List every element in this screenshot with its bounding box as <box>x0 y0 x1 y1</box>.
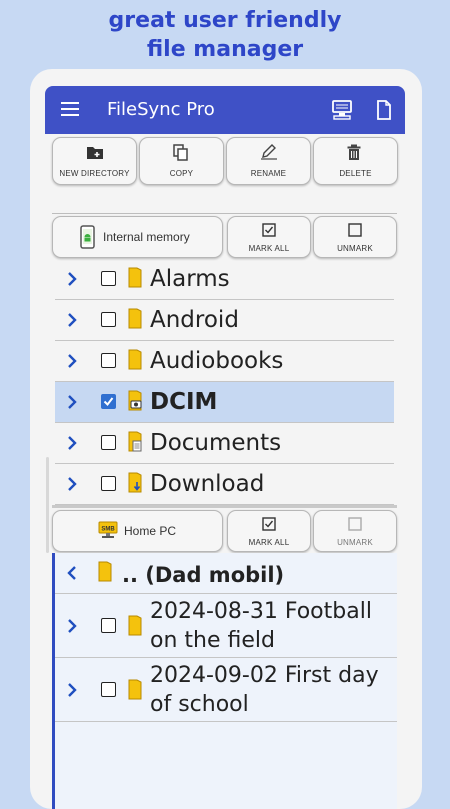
item-name: 2024-08-31 Football on the field <box>150 599 372 653</box>
delete-label: DELETE <box>339 169 372 178</box>
file-toolbar: NEW DIRECTORY COPY RENAME DELETE <box>52 137 398 185</box>
local-pane-header: Internal memory MARK ALL UNMARK <box>52 216 397 258</box>
parent-directory-name: .. (Dad mobil) <box>122 563 285 587</box>
pencil-icon <box>261 144 277 160</box>
item-checkbox[interactable] <box>101 682 116 697</box>
unmark-button[interactable]: UNMARK <box>313 510 397 552</box>
location-label: Internal memory <box>103 230 190 244</box>
remote-file-list: .. (Dad mobil) 2024-08-31 Football on th… <box>52 553 397 809</box>
side-drag-handle[interactable] <box>46 457 49 553</box>
app-bar: FileSync Pro <box>45 86 405 134</box>
mark-all-label: MARK ALL <box>248 244 290 253</box>
mark-all-button[interactable]: MARK ALL <box>227 216 311 258</box>
pane-divider[interactable] <box>52 505 397 508</box>
parent-directory-row[interactable]: .. (Dad mobil) <box>55 553 397 594</box>
folder-icon <box>128 349 142 370</box>
location-selector-internal[interactable]: Internal memory <box>52 216 223 258</box>
local-file-list: Alarms Android Audiobooks DCIM Documents… <box>55 259 394 505</box>
item-checkbox[interactable] <box>101 476 116 491</box>
promo-line-2: file manager <box>146 37 304 62</box>
delete-button[interactable]: DELETE <box>313 137 398 185</box>
copy-icon <box>173 144 188 161</box>
device-screen: FileSync Pro NEW DIRECTORY COPY RENAME D… <box>30 69 422 809</box>
camera-folder-icon <box>128 390 142 411</box>
chevron-right-icon[interactable] <box>67 354 77 368</box>
folder-icon <box>128 679 142 700</box>
monitor-icon[interactable] <box>331 99 353 121</box>
download-folder-icon <box>128 472 142 493</box>
item-name: Android <box>150 307 239 333</box>
location-selector-home-pc[interactable]: SMB Home PC <box>52 510 223 552</box>
smb-badge-text: SMB <box>101 527 115 533</box>
chevron-right-icon[interactable] <box>67 313 77 327</box>
item-name: Audiobooks <box>150 348 284 374</box>
list-item-selected[interactable]: DCIM <box>55 382 394 423</box>
new-directory-label: NEW DIRECTORY <box>59 169 130 178</box>
mark-all-button[interactable]: MARK ALL <box>227 510 311 552</box>
promo-header: great user friendly file manager <box>0 6 450 64</box>
remote-pane-header: SMB Home PC MARK ALL UNMARK <box>52 510 397 552</box>
checkbox-checked-icon <box>262 517 276 531</box>
chevron-right-icon[interactable] <box>67 619 77 633</box>
chevron-right-icon[interactable] <box>67 477 77 491</box>
chevron-right-icon[interactable] <box>67 395 77 409</box>
mark-all-label: MARK ALL <box>248 538 290 547</box>
checkbox-empty-icon <box>348 517 362 531</box>
list-item[interactable]: 2024-09-02 First day of school <box>55 658 397 722</box>
item-name: 2024-09-02 First day of school <box>150 663 379 717</box>
document-folder-icon <box>128 431 142 452</box>
list-item[interactable]: Documents <box>55 423 394 464</box>
smb-server-icon: SMB <box>98 521 118 538</box>
list-item[interactable]: Android <box>55 300 394 341</box>
chevron-right-icon[interactable] <box>67 436 77 450</box>
folder-icon <box>98 561 112 582</box>
copy-button[interactable]: COPY <box>139 137 224 185</box>
item-checkbox[interactable] <box>101 618 116 633</box>
item-name: DCIM <box>150 389 218 415</box>
copy-label: COPY <box>169 169 194 178</box>
item-checkbox[interactable] <box>101 271 116 286</box>
location-label: Home PC <box>124 524 177 538</box>
rename-button[interactable]: RENAME <box>226 137 311 185</box>
checkbox-empty-icon <box>348 223 362 237</box>
item-name: Documents <box>150 430 282 456</box>
new-directory-button[interactable]: NEW DIRECTORY <box>52 137 137 185</box>
unmark-button[interactable]: UNMARK <box>313 216 397 258</box>
chevron-right-icon[interactable] <box>67 272 77 286</box>
checkmark-icon <box>103 397 114 407</box>
trash-icon <box>347 144 361 160</box>
item-name: Alarms <box>150 266 230 292</box>
unmark-label: UNMARK <box>337 538 373 547</box>
chevron-left-icon[interactable] <box>67 566 77 580</box>
promo-line-1: great user friendly <box>108 8 342 33</box>
folder-icon <box>128 308 142 329</box>
chevron-right-icon[interactable] <box>67 683 77 697</box>
item-checkbox[interactable] <box>101 353 116 368</box>
app-title: FileSync Pro <box>107 99 215 120</box>
list-item[interactable]: Alarms <box>55 259 394 300</box>
folder-icon <box>128 267 142 288</box>
list-item[interactable]: 2024-08-31 Football on the field <box>55 594 397 658</box>
list-item[interactable]: Download <box>55 464 394 505</box>
phone-android-icon <box>80 225 95 249</box>
folder-icon <box>128 615 142 636</box>
rename-label: RENAME <box>250 169 287 178</box>
checkbox-checked-icon <box>262 223 276 237</box>
divider <box>52 213 397 214</box>
unmark-label: UNMARK <box>337 244 373 253</box>
list-item[interactable]: Audiobooks <box>55 341 394 382</box>
item-checkbox[interactable] <box>101 312 116 327</box>
item-checkbox-checked[interactable] <box>101 394 116 409</box>
item-name: Download <box>150 471 265 497</box>
menu-icon[interactable] <box>61 102 79 118</box>
new-folder-icon <box>87 147 103 159</box>
item-checkbox[interactable] <box>101 435 116 450</box>
document-icon[interactable] <box>375 99 393 121</box>
